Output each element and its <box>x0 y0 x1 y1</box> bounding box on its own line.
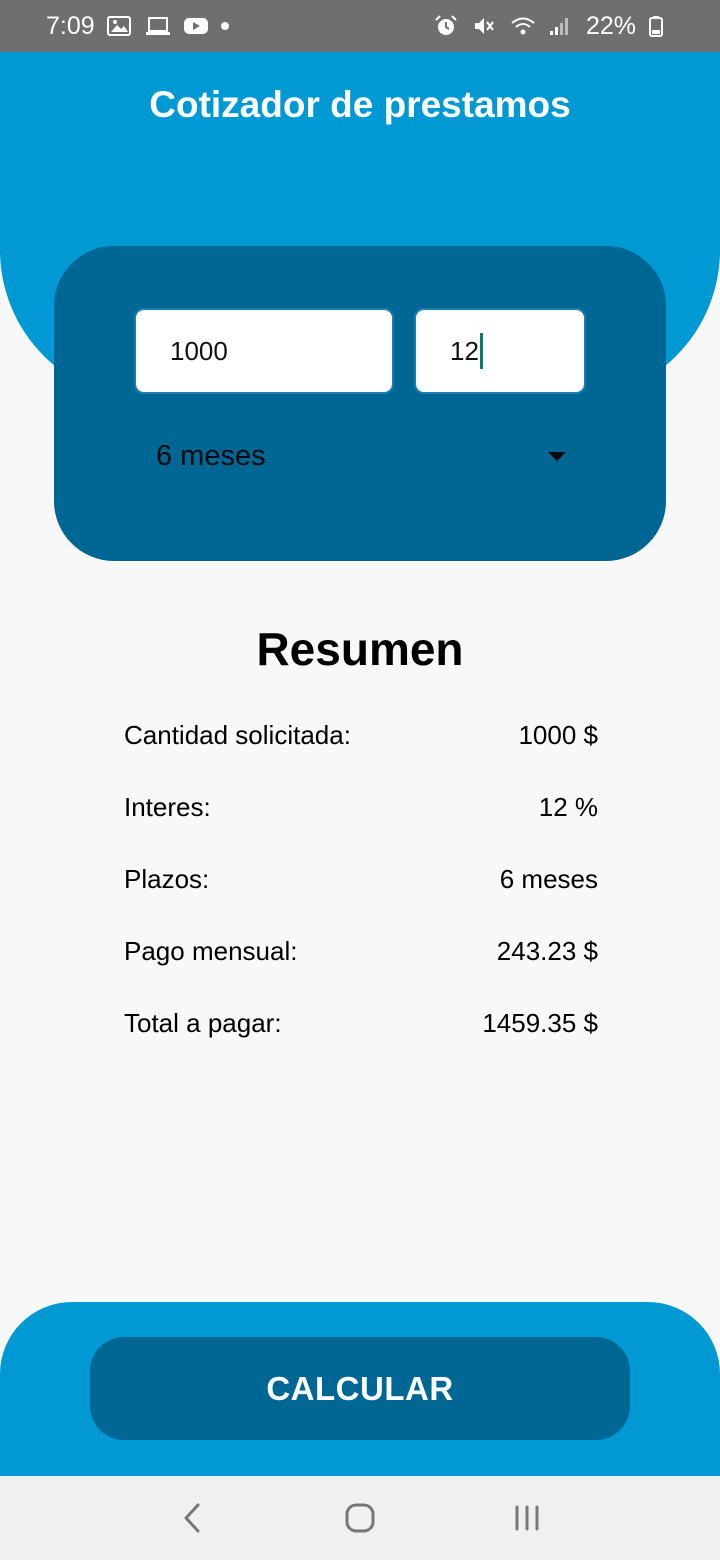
alarm-icon <box>434 15 460 37</box>
calculate-button-label: CALCULAR <box>266 1369 454 1407</box>
summary-value: 1459.35 $ <box>482 1007 598 1038</box>
summary-row-total: Total a pagar: 1459.35 $ <box>124 1003 598 1043</box>
summary-label: Interes: <box>124 791 211 822</box>
notification-dot-icon <box>220 22 229 30</box>
summary-row-interest: Interes: 12 % <box>124 787 598 827</box>
wifi-icon <box>510 15 536 37</box>
amount-input[interactable]: 1000 <box>134 308 394 394</box>
summary-value: 6 meses <box>499 863 598 894</box>
app-title: Cotizador de prestamos <box>149 84 571 125</box>
recents-icon <box>515 1505 539 1531</box>
youtube-icon <box>183 15 209 37</box>
home-button[interactable] <box>330 1488 390 1548</box>
summary-row-monthly-payment: Pago mensual: 243.23 $ <box>124 931 598 971</box>
calculate-button[interactable]: CALCULAR <box>90 1337 630 1440</box>
loan-calculator-screen: 7:09 22% Cotizador de prestamos 1000 12 … <box>0 0 720 1560</box>
laptop-icon <box>145 15 171 37</box>
gallery-icon <box>106 15 133 37</box>
summary-row-terms: Plazos: 6 meses <box>124 859 598 899</box>
mute-icon <box>472 15 498 37</box>
summary-label: Pago mensual: <box>124 935 298 966</box>
status-time: 7:09 <box>46 11 95 40</box>
battery-icon <box>648 15 674 37</box>
status-bar: 7:09 22% <box>0 0 720 52</box>
interest-rate-input-value: 12 <box>450 335 479 366</box>
summary-label: Total a pagar: <box>124 1007 282 1038</box>
back-button[interactable] <box>163 1488 223 1548</box>
summary-label: Plazos: <box>124 863 210 894</box>
summary-value: 12 % <box>538 791 598 822</box>
interest-rate-input[interactable]: 12 <box>414 308 586 394</box>
summary-value: 1000 $ <box>518 719 598 750</box>
summary-title: Resumen <box>256 623 464 675</box>
signal-icon <box>548 15 574 37</box>
status-left: 7:09 <box>46 12 229 41</box>
summary-label: Cantidad solicitada: <box>124 719 351 750</box>
recents-button[interactable] <box>497 1488 557 1548</box>
dropdown-arrow-icon <box>548 451 566 461</box>
back-icon <box>184 1503 200 1533</box>
summary-row-amount: Cantidad solicitada: 1000 $ <box>124 715 598 755</box>
home-icon <box>345 1503 375 1533</box>
summary-value: 243.23 $ <box>496 935 598 966</box>
text-cursor <box>479 333 483 369</box>
loan-form-card: 1000 12 6 meses <box>54 246 666 561</box>
amount-input-value: 1000 <box>170 335 228 366</box>
status-right: 22% <box>434 12 674 41</box>
term-select[interactable]: 6 meses <box>134 426 574 486</box>
term-select-value: 6 meses <box>156 439 266 472</box>
system-nav-bar <box>0 1476 720 1560</box>
battery-percentage: 22% <box>585 11 636 40</box>
